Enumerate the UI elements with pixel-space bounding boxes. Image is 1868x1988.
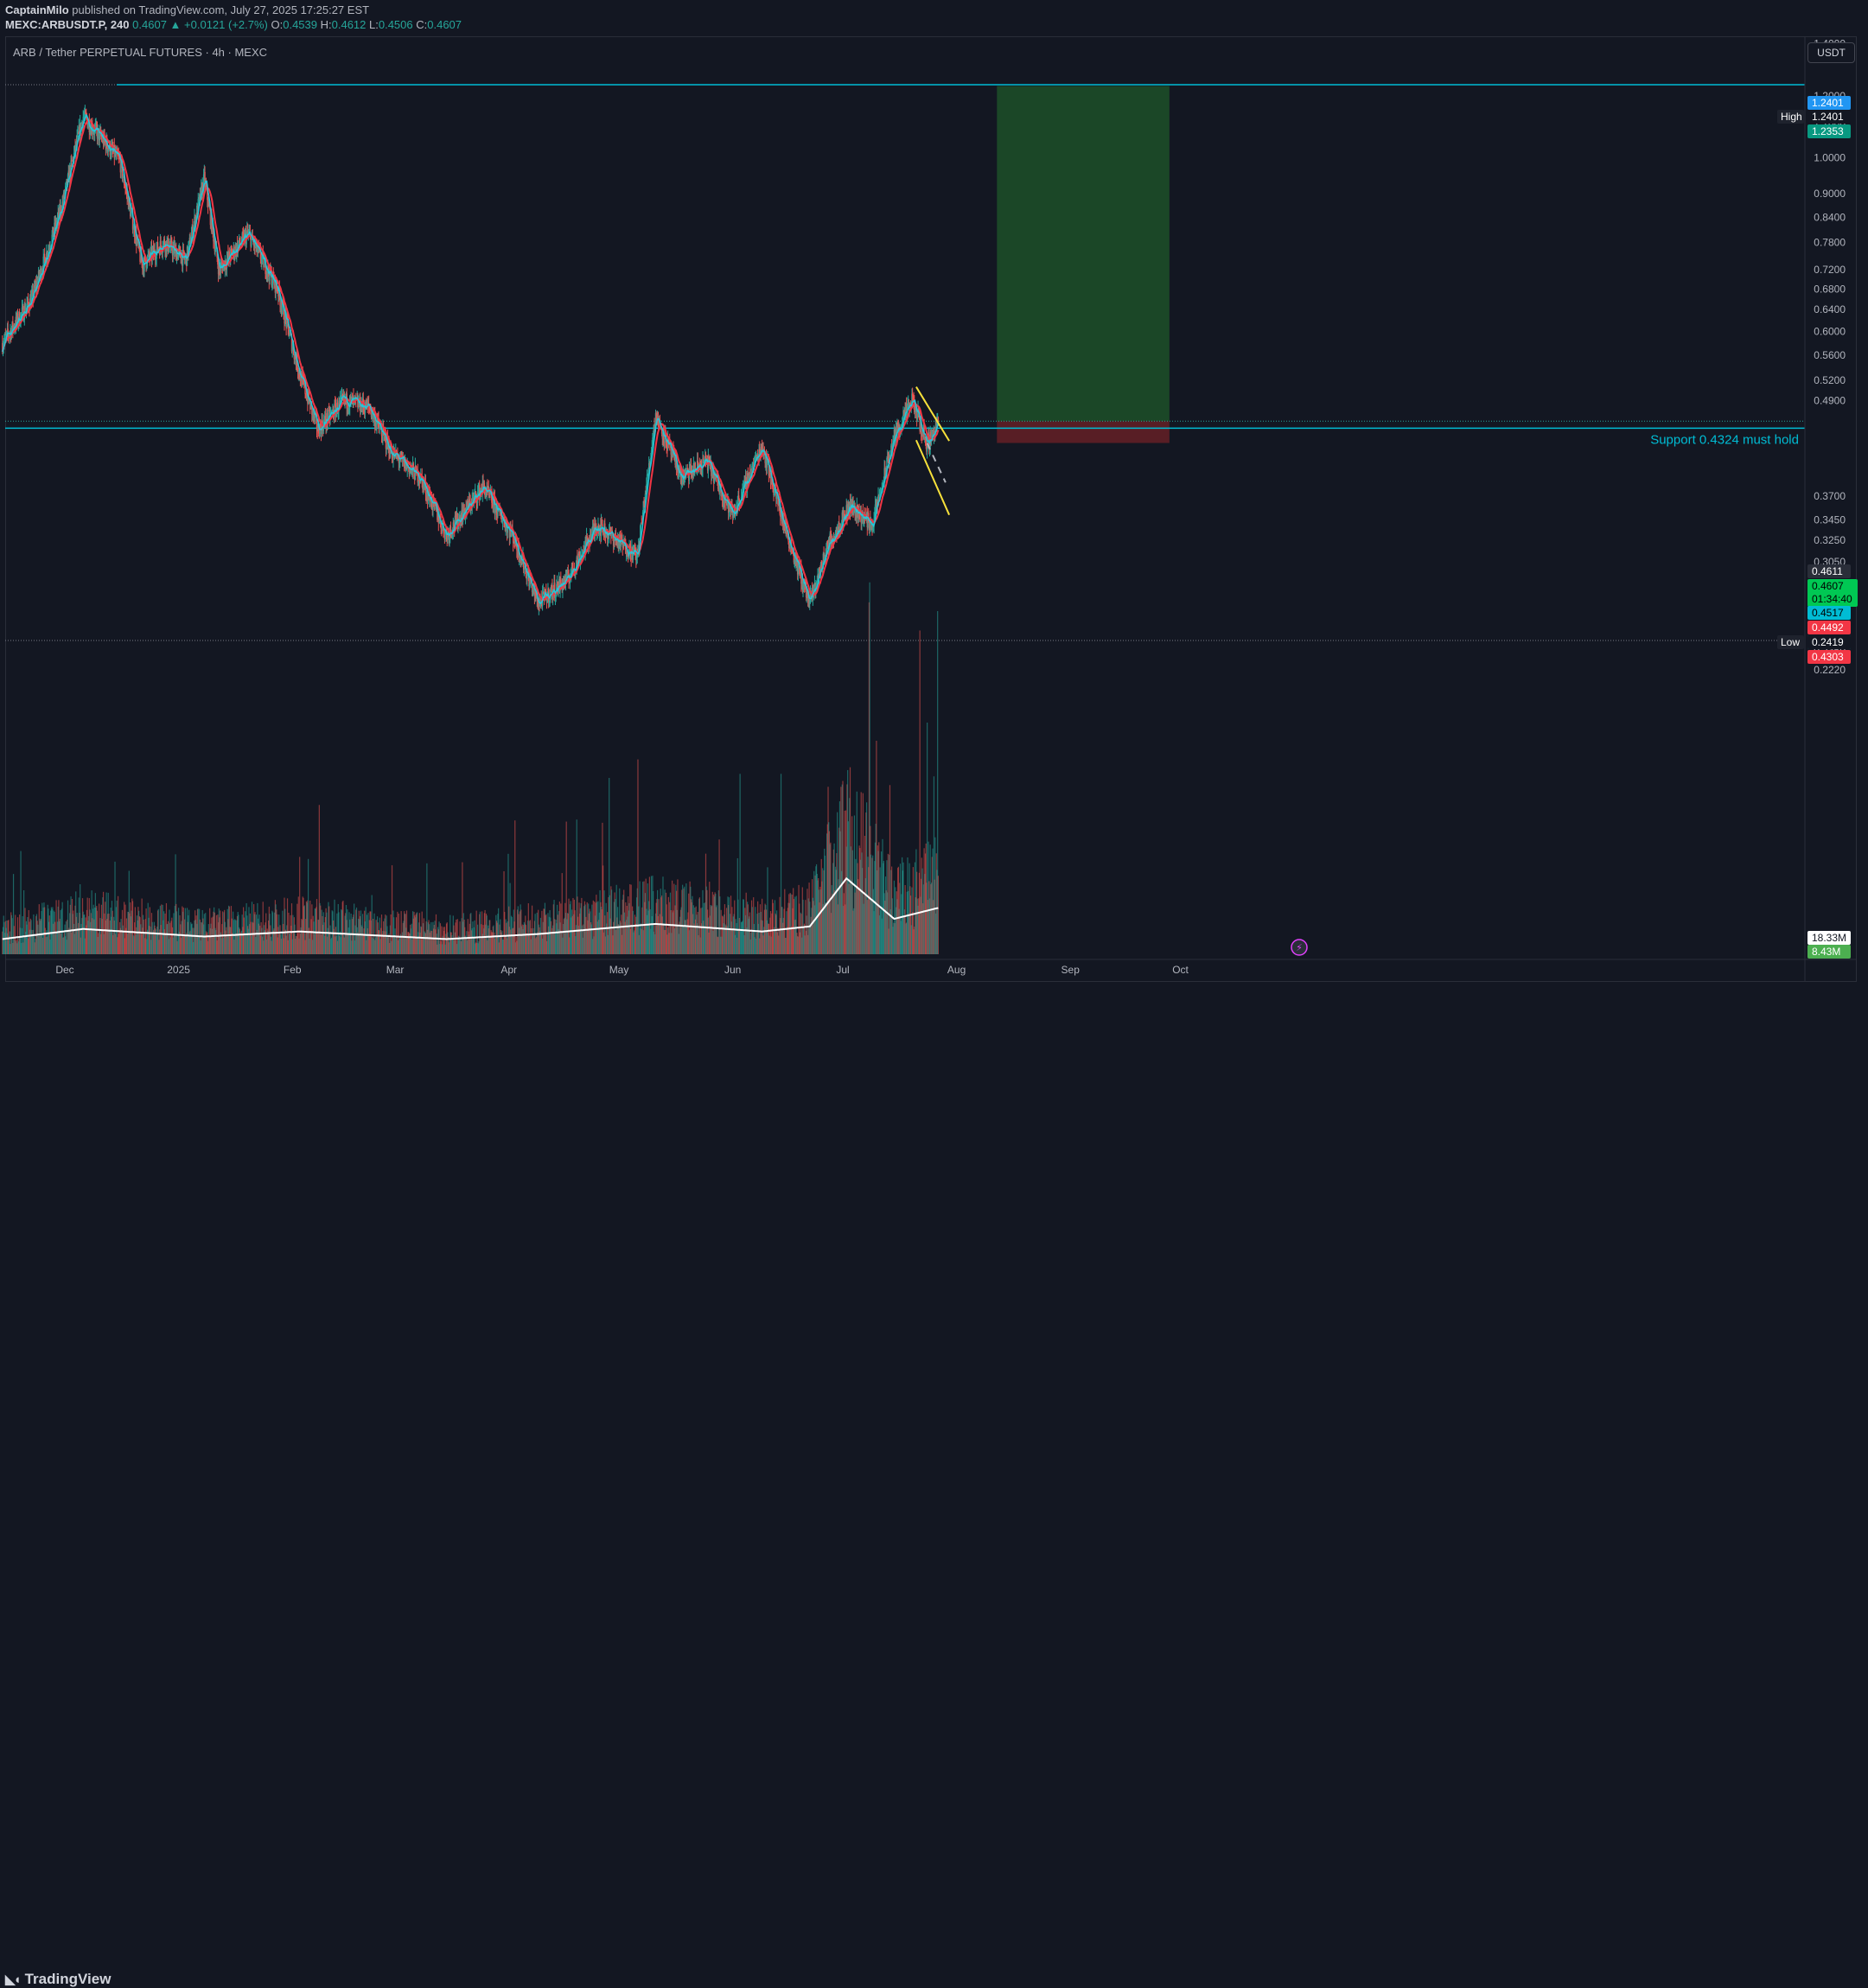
volume-bar (739, 774, 741, 954)
price-axis[interactable]: 1.40001.20001.10001.00000.90000.84000.78… (1804, 36, 1846, 982)
x-tick-label: May (609, 964, 629, 976)
stop-zone[interactable] (997, 421, 1170, 443)
y-tick-label: 0.5200 (1814, 374, 1846, 386)
low-price-tag: 0.2419 (1812, 636, 1844, 648)
candle-body (87, 124, 89, 128)
alert-bolt-glyph: ⚡ (1296, 942, 1303, 953)
last-price-tag: 0.4607 (1812, 580, 1844, 592)
x-tick-label: Aug (947, 964, 966, 976)
y-tick-label: 0.9000 (1814, 188, 1846, 200)
x-tick-label: Jun (724, 964, 741, 976)
x-tick-label: 2025 (167, 964, 190, 976)
red-price-tag: 0.4492 (1812, 621, 1844, 634)
footer: ◣◖ TradingView (0, 982, 1868, 1987)
position-zones (997, 86, 1170, 443)
y-tick-label: 0.8400 (1814, 211, 1846, 223)
price-chart[interactable]: Support 0.4324 must hold⚡ 1.40001.20001.… (0, 0, 1868, 1014)
y-tick-label: 0.3700 (1814, 490, 1846, 502)
brand-name: TradingView (24, 1971, 112, 1987)
time-axis[interactable]: Dec 2025 Feb Mar Apr May Jun Jul Aug Sep Oct (5, 959, 1857, 976)
level-lines (5, 84, 1805, 641)
support-price-tag: 0.4517 (1812, 607, 1844, 619)
currency-button[interactable]: USDT (1807, 42, 1855, 63)
volume-tag: 8.43M (1812, 946, 1840, 958)
volume-ma-tag: 18.33M (1812, 932, 1846, 944)
drawings[interactable]: Support 0.4324 must hold ⚡ (915, 386, 1799, 956)
y-tick-label: 0.2220 (1814, 664, 1846, 676)
target-zone[interactable] (997, 86, 1170, 422)
price-tags: 1.2401 1.2401 1.2353 0.4611 0.460701:34:40 0.… (1777, 96, 1858, 959)
low-label: Low (1781, 636, 1800, 648)
volume-bar (20, 851, 22, 954)
volume-bar (937, 876, 939, 954)
ma-fast-line (2, 113, 940, 605)
ma-slow-line (1, 119, 940, 601)
x-tick-label: Apr (500, 964, 517, 976)
candle-body (132, 228, 134, 230)
channel-lower-line[interactable] (915, 439, 951, 516)
x-tick-label: Mar (386, 964, 405, 976)
candle-body (263, 260, 265, 268)
y-tick-label: 0.6000 (1814, 326, 1846, 338)
countdown-tag: 01:34:40 (1812, 593, 1852, 605)
projection-dashed-line[interactable] (926, 443, 947, 483)
high-price-tag: 1.2401 (1812, 111, 1844, 123)
volume-bars (2, 582, 939, 954)
target-price-tag: 1.2353 (1812, 125, 1844, 137)
tradingview-logo[interactable]: ◣◖ TradingView (5, 1971, 111, 1988)
high-label: High (1781, 111, 1802, 123)
support-annotation[interactable]: Support 0.4324 must hold (1650, 432, 1799, 447)
alert-bolt-icon: ⚡ (1291, 939, 1308, 956)
y-tick-label: 0.6400 (1814, 303, 1846, 315)
moving-averages (1, 113, 940, 605)
candle-body (172, 247, 174, 256)
y-tick-label: 0.7200 (1814, 264, 1846, 276)
x-tick-label: Sep (1062, 964, 1081, 976)
x-tick-label: Jul (836, 964, 849, 976)
top-price-tag: 1.2401 (1812, 97, 1844, 109)
tradingview-logo-icon: ◣◖ (5, 1972, 22, 1987)
y-tick-label: 0.6800 (1814, 283, 1846, 295)
symbol-title: ARB / Tether PERPETUAL FUTURES · 4h · ME… (13, 46, 268, 59)
x-tick-label: Oct (1172, 964, 1189, 976)
entry-price-tag: 0.4611 (1812, 565, 1843, 577)
candles (2, 105, 940, 615)
y-tick-label: 0.3450 (1814, 513, 1846, 526)
y-tick-label: 0.4900 (1814, 394, 1846, 406)
x-tick-label: Feb (284, 964, 302, 976)
y-tick-label: 0.3250 (1814, 534, 1846, 546)
y-tick-label: 1.0000 (1814, 152, 1846, 164)
y-tick-label: 0.5600 (1814, 349, 1846, 361)
volume-bar (514, 820, 516, 954)
y-tick-label: 0.7800 (1814, 236, 1846, 248)
red-price-tag-2: 0.4303 (1812, 651, 1844, 663)
x-tick-label: Dec (55, 964, 73, 976)
